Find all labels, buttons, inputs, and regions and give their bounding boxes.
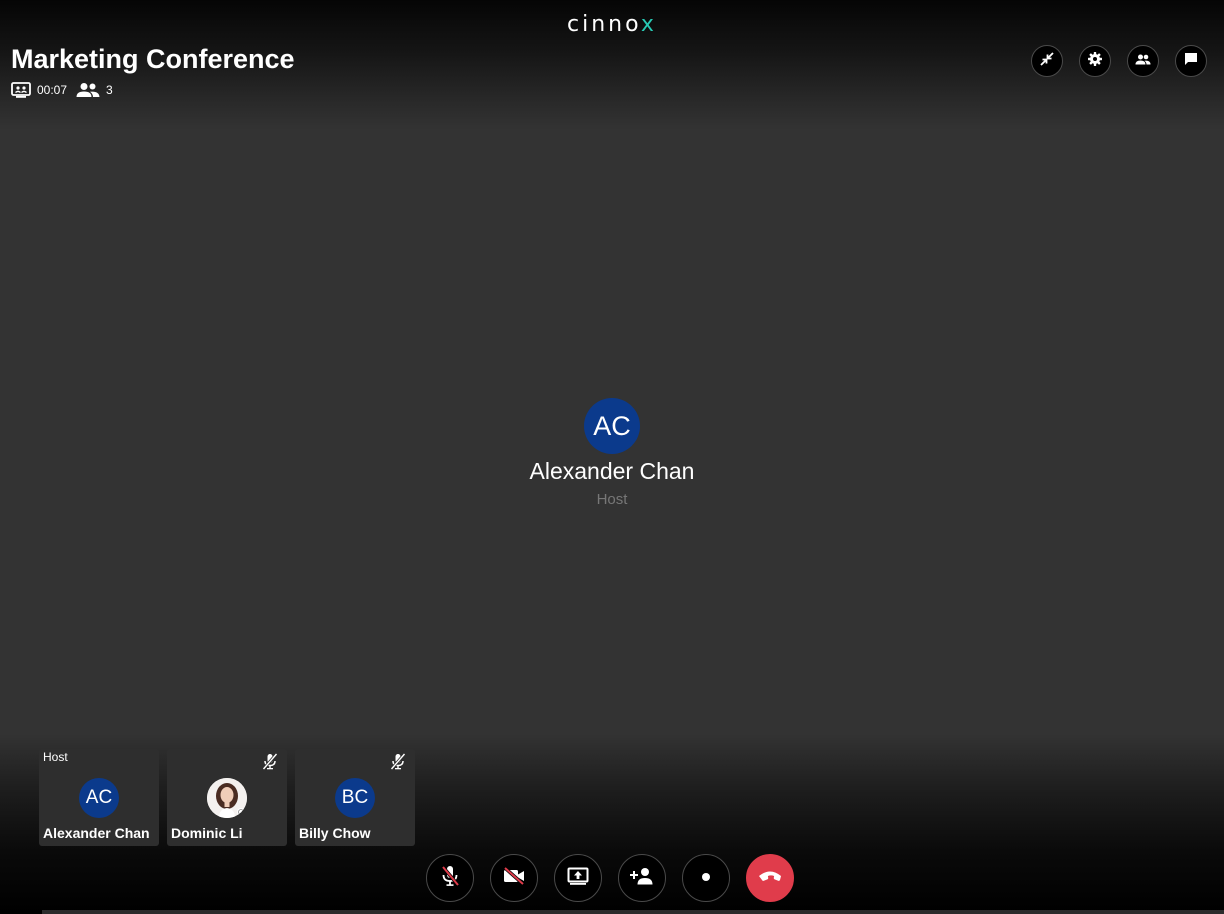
conference-title: Marketing Conference bbox=[11, 44, 295, 74]
mute-button[interactable] bbox=[426, 854, 474, 902]
screen-share-icon bbox=[567, 867, 589, 890]
mic-off-icon bbox=[440, 865, 460, 892]
video-button[interactable] bbox=[490, 854, 538, 902]
gear-icon bbox=[1088, 51, 1102, 71]
person-add-icon bbox=[630, 867, 654, 890]
avatar bbox=[207, 778, 247, 818]
mic-muted-icon bbox=[390, 753, 406, 775]
people-icon bbox=[1135, 52, 1151, 70]
cinnox-logo: cinnox bbox=[0, 12, 1224, 37]
share-screen-button[interactable] bbox=[554, 854, 602, 902]
phone-hangup-icon bbox=[758, 869, 782, 887]
speaker-name: Alexander Chan bbox=[529, 458, 695, 484]
speaker-avatar: AC bbox=[584, 398, 640, 454]
logo-text: cinno bbox=[567, 12, 641, 37]
video-off-icon bbox=[503, 866, 525, 890]
call-duration: 00:07 bbox=[37, 83, 68, 97]
top-toolbar bbox=[1031, 45, 1207, 77]
participant-tile[interactable]: BC Billy Chow bbox=[295, 749, 415, 846]
participant-tiles: Host AC Alexander Chan Dominic Li BC Bil… bbox=[39, 749, 415, 846]
avatar: BC bbox=[335, 778, 375, 818]
tile-role: Host bbox=[43, 750, 68, 764]
participant-count: 3 bbox=[106, 83, 113, 97]
chat-button[interactable] bbox=[1175, 45, 1207, 77]
participants-button[interactable] bbox=[1127, 45, 1159, 77]
minimize-icon bbox=[1040, 51, 1054, 71]
avatar: AC bbox=[79, 778, 119, 818]
tile-name: Dominic Li bbox=[171, 825, 243, 841]
end-call-button[interactable] bbox=[746, 854, 794, 902]
chat-icon bbox=[1184, 52, 1198, 71]
tile-name: Alexander Chan bbox=[43, 825, 150, 841]
bottom-scrollbar[interactable] bbox=[42, 910, 1224, 914]
add-participant-button[interactable] bbox=[618, 854, 666, 902]
mic-muted-icon bbox=[262, 753, 278, 775]
people-icon bbox=[76, 82, 100, 98]
tile-name: Billy Chow bbox=[299, 825, 371, 841]
minimize-button[interactable] bbox=[1031, 45, 1063, 77]
call-controls bbox=[426, 854, 794, 902]
logo-accent: x bbox=[640, 12, 657, 37]
record-button[interactable] bbox=[682, 854, 730, 902]
speaker-role: Host bbox=[596, 491, 628, 508]
settings-button[interactable] bbox=[1079, 45, 1111, 77]
record-icon bbox=[701, 869, 711, 887]
conference-stage: cinnox Marketing Conference 00:07 3 AC A… bbox=[0, 0, 1224, 914]
conference-meta: 00:07 3 bbox=[11, 81, 122, 99]
participant-tile[interactable]: Host AC Alexander Chan bbox=[39, 749, 159, 846]
active-speaker: AC Alexander Chan Host bbox=[0, 398, 1224, 508]
presentation-icon bbox=[11, 82, 31, 98]
participant-tile[interactable]: Dominic Li bbox=[167, 749, 287, 846]
